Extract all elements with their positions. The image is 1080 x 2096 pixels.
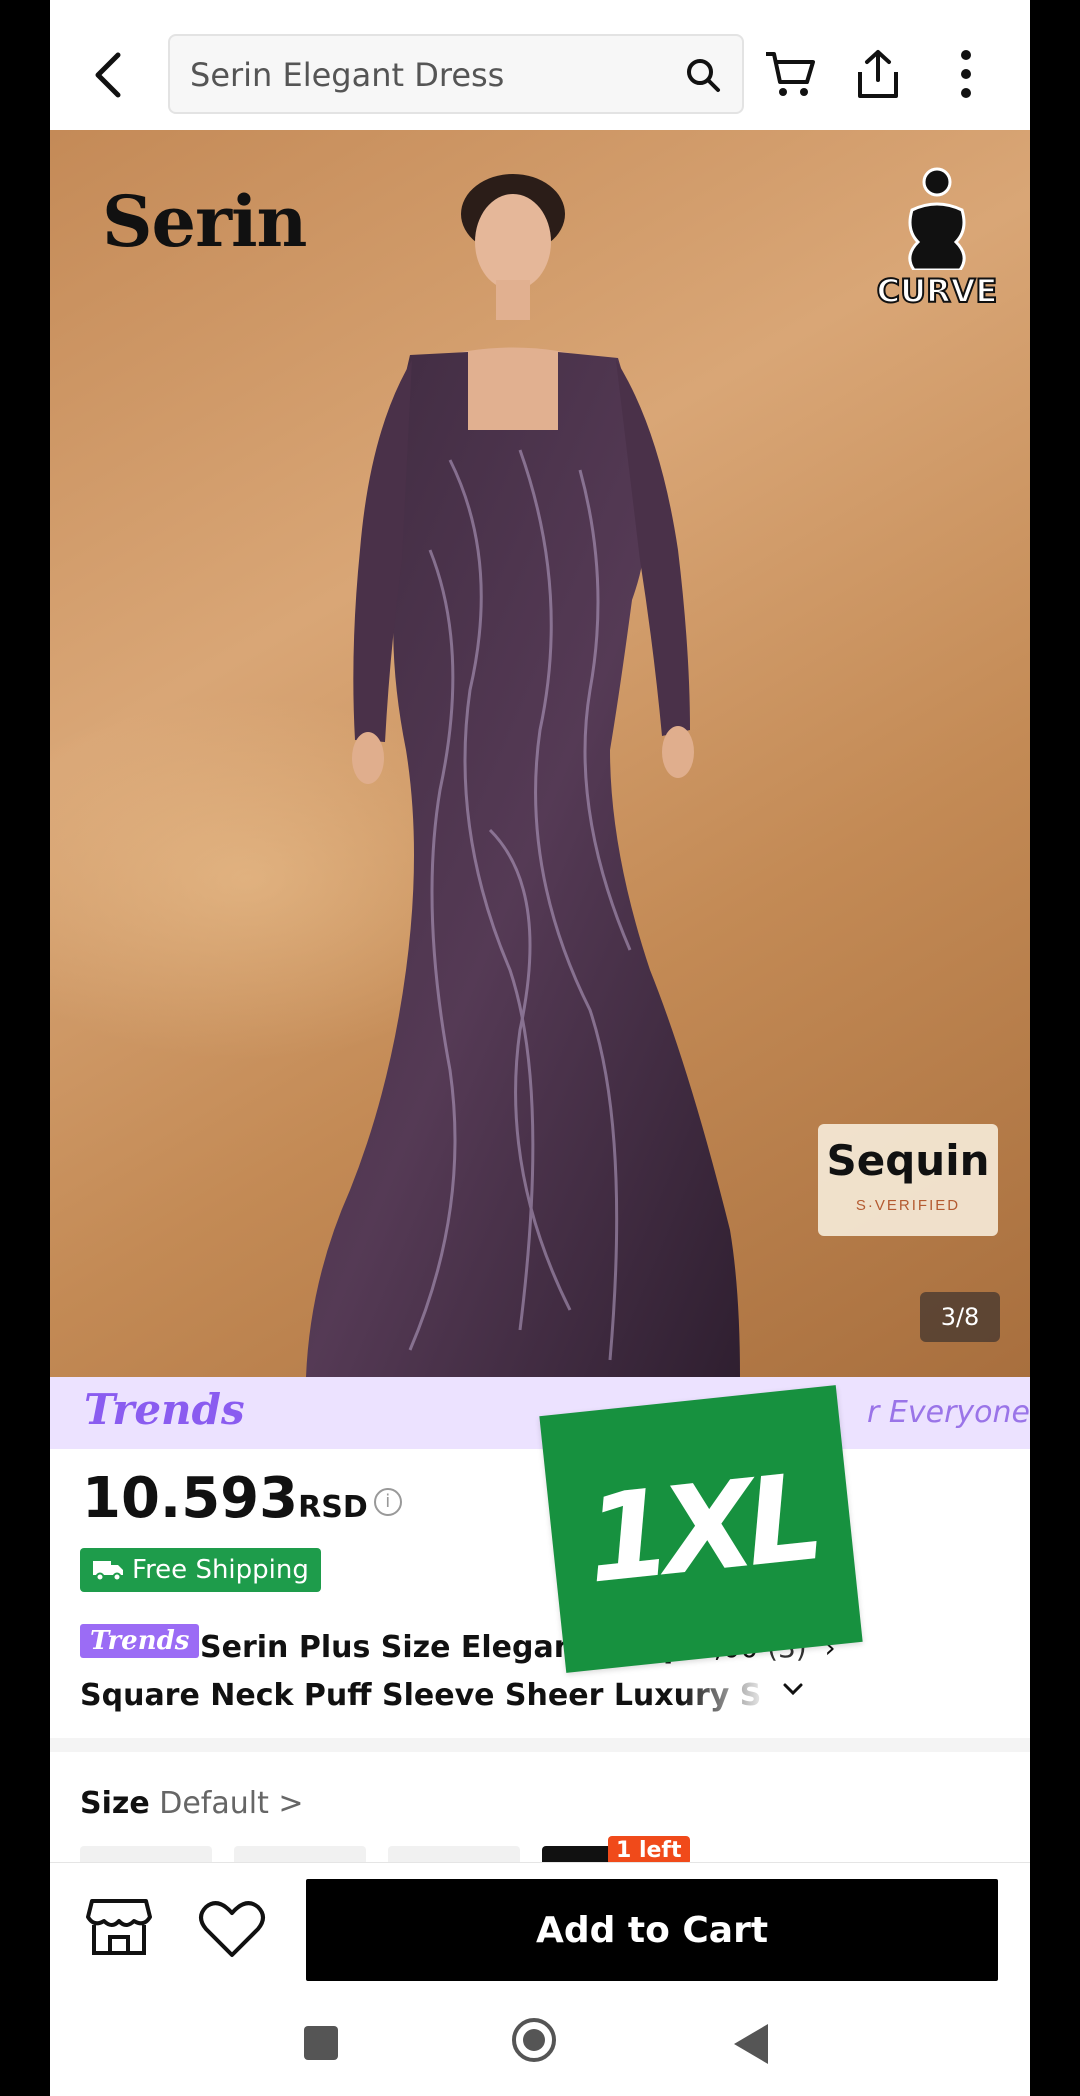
size-chip[interactable]: [234, 1846, 366, 1862]
search-text: Serin Elegant Dress: [190, 56, 505, 94]
home-button[interactable]: [512, 2018, 556, 2062]
size-chip[interactable]: [388, 1846, 520, 1862]
image-counter: 3/8: [920, 1292, 1000, 1342]
info-icon[interactable]: i: [373, 1487, 402, 1516]
price-currency: RSD: [298, 1490, 368, 1525]
truck-icon: [93, 1561, 123, 1582]
sticker-text: 1XL: [580, 1447, 822, 1611]
size-options: [80, 1846, 1000, 1862]
section-divider: [50, 1738, 1030, 1752]
product-title-line2: Square Neck Puff Sleeve Sheer Luxury Se: [80, 1678, 760, 1713]
chevron-down-icon[interactable]: [782, 1682, 804, 1696]
trends-chip: Trends: [80, 1624, 200, 1658]
cart-icon: [766, 52, 815, 96]
trends-tagline: r Everyone: [867, 1395, 1030, 1430]
sequin-verified-badge: Sequin S·VERIFIED: [818, 1124, 998, 1236]
chevron-left-icon: [95, 52, 121, 98]
stock-badge: 1 left: [608, 1836, 690, 1865]
trends-banner[interactable]: Trends r Everyone: [50, 1377, 1030, 1449]
back-button[interactable]: [78, 40, 138, 110]
search-icon[interactable]: [682, 54, 724, 96]
more-button[interactable]: [938, 46, 994, 102]
recent-apps-button[interactable]: [304, 2026, 338, 2060]
price-value: 10.593: [82, 1466, 299, 1531]
sequin-badge-title: Sequin: [826, 1136, 990, 1185]
size-selector[interactable]: Size Default >: [80, 1786, 304, 1821]
free-shipping-badge: Free Shipping: [80, 1548, 321, 1592]
size-sticker-overlay: 1XL: [539, 1385, 863, 1673]
title-fade: [680, 1672, 770, 1720]
heart-icon[interactable]: [198, 1899, 266, 1959]
share-icon: [858, 50, 898, 98]
sequin-badge-sub: S·VERIFIED: [855, 1197, 961, 1214]
store-icon[interactable]: [84, 1897, 154, 1957]
cart-button[interactable]: [762, 46, 818, 102]
bottom-action-bar: Add to Cart: [50, 1862, 1030, 1989]
size-label: Size: [80, 1786, 150, 1821]
price: 10.593RSD i: [82, 1466, 402, 1531]
add-to-cart-button[interactable]: Add to Cart: [306, 1879, 998, 1981]
back-nav-button[interactable]: [734, 2024, 768, 2064]
share-button[interactable]: [850, 46, 906, 102]
product-screen: Serin Elegant Dress Serin CURVE Sequin S…: [50, 0, 1030, 2096]
top-bar: Serin Elegant Dress: [50, 0, 1030, 130]
trends-logo: Trends: [84, 1385, 245, 1434]
system-navigation-bar: [50, 1988, 1030, 2096]
more-vertical-icon: [961, 50, 971, 98]
search-input[interactable]: Serin Elegant Dress: [168, 34, 744, 114]
free-shipping-label: Free Shipping: [132, 1555, 309, 1585]
product-image-gallery[interactable]: Serin CURVE Sequin S·VERIFIED 3/8: [50, 130, 1030, 1377]
size-value: Default >: [159, 1786, 304, 1821]
size-chip[interactable]: [80, 1846, 212, 1862]
